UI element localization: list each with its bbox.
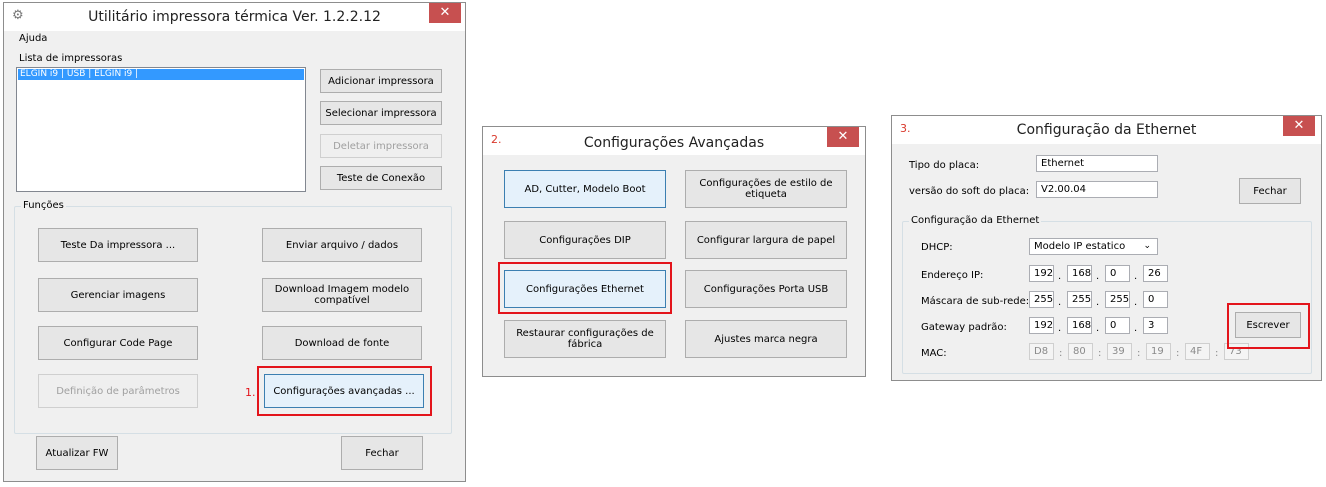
dhcp-select[interactable]: Modelo IP estatico ⌄ [1029, 238, 1158, 255]
printer-list-item[interactable]: ELGIN i9 | USB | ELGIN i9 | [18, 69, 304, 80]
mac-separator: : [1215, 348, 1219, 359]
send-file-button[interactable]: Enviar arquivo / dados [262, 228, 422, 262]
download-font-button[interactable]: Download de fonte [262, 326, 422, 360]
mask-octet-3[interactable]: 255 [1105, 291, 1130, 308]
mac-separator: : [1059, 348, 1063, 359]
close-button[interactable]: Fechar [341, 436, 423, 470]
ip-separator: . [1134, 271, 1138, 282]
select-printer-button[interactable]: Selecionar impressora [320, 101, 442, 125]
close-icon[interactable]: ✕ [827, 127, 859, 147]
gateway-octet-2[interactable]: 168 [1067, 317, 1092, 334]
dhcp-select-value: Modelo IP estatico [1034, 241, 1126, 252]
add-printer-button[interactable]: Adicionar impressora [320, 69, 442, 93]
mac-separator: : [1176, 348, 1180, 359]
label-style-button[interactable]: Configurações de estilo de etiqueta [685, 170, 847, 208]
mask-octet-1[interactable]: 255 [1029, 291, 1054, 308]
manage-images-button[interactable]: Gerenciar imagens [38, 278, 198, 312]
write-button[interactable]: Escrever [1235, 312, 1301, 338]
ethernet-config-window: 3. Configuração da Ethernet ✕ Tipo do pl… [891, 115, 1322, 381]
window-title: Configuração da Ethernet [1016, 122, 1197, 138]
mac-byte-1: D8 [1029, 343, 1054, 360]
printer-list-label: Lista de impressoras [19, 53, 123, 64]
title-bar: 2. Configurações Avançadas ✕ [483, 127, 865, 155]
restore-factory-button[interactable]: Restaurar configurações de fábrica [504, 320, 666, 358]
gateway-octet-1[interactable]: 192 [1029, 317, 1054, 334]
title-bar: 3. Configuração da Ethernet ✕ [892, 116, 1321, 144]
mac-byte-2: 80 [1068, 343, 1093, 360]
gateway-separator: . [1058, 323, 1062, 334]
window-title: Utilitário impressora térmica Ver. 1.2.2… [88, 9, 381, 25]
mask-separator: . [1134, 297, 1138, 308]
ip-octet-1[interactable]: 192 [1029, 265, 1054, 282]
code-page-button[interactable]: Configurar Code Page [38, 326, 198, 360]
soft-version-label: versão do soft do placa: [909, 186, 1030, 197]
ethernet-settings-button[interactable]: Configurações Ethernet [504, 270, 666, 308]
ip-label: Endereço IP: [921, 270, 984, 281]
close-button[interactable]: Fechar [1239, 178, 1301, 204]
mac-label: MAC: [921, 348, 947, 359]
mac-byte-4: 19 [1146, 343, 1171, 360]
step-1-label: 1. [245, 386, 256, 399]
dhcp-label: DHCP: [921, 242, 953, 253]
advanced-settings-window: 2. Configurações Avançadas ✕ AD, Cutter,… [482, 126, 866, 377]
menu-help[interactable]: Ajuda [19, 33, 47, 44]
mac-separator: : [1137, 348, 1141, 359]
ip-separator: . [1096, 271, 1100, 282]
close-icon[interactable]: ✕ [429, 3, 461, 23]
mac-byte-3: 39 [1107, 343, 1132, 360]
board-type-label: Tipo do placa: [909, 160, 980, 171]
usb-settings-button[interactable]: Configurações Porta USB [685, 270, 847, 308]
functions-label: Funções [21, 200, 66, 211]
gateway-separator: . [1134, 323, 1138, 334]
gateway-separator: . [1096, 323, 1100, 334]
gateway-octet-3[interactable]: 0 [1105, 317, 1130, 334]
mask-label: Máscara de sub-rede: [921, 296, 1030, 307]
mask-octet-2[interactable]: 255 [1067, 291, 1092, 308]
close-icon[interactable]: ✕ [1283, 116, 1315, 136]
download-image-button[interactable]: Download Imagem modelo compatível [262, 278, 422, 312]
paper-width-button[interactable]: Configurar largura de papel [685, 221, 847, 259]
main-window: ⚙ Utilitário impressora térmica Ver. 1.2… [3, 2, 466, 482]
chevron-down-icon: ⌄ [1143, 241, 1151, 251]
test-printer-button[interactable]: Teste Da impressora ... [38, 228, 198, 262]
ip-octet-4[interactable]: 26 [1143, 265, 1168, 282]
delete-printer-button[interactable]: Deletar impressora [320, 134, 442, 158]
gateway-label: Gateway padrão: [921, 322, 1007, 333]
test-connection-button[interactable]: Teste de Conexão [320, 166, 442, 190]
ip-separator: . [1058, 271, 1062, 282]
mac-separator: : [1098, 348, 1102, 359]
title-bar: ⚙ Utilitário impressora térmica Ver. 1.2… [4, 3, 465, 31]
advanced-settings-button[interactable]: Configurações avançadas ... [264, 374, 424, 408]
mask-separator: . [1096, 297, 1100, 308]
black-mark-button[interactable]: Ajustes marca negra [685, 320, 847, 358]
gateway-octet-4[interactable]: 3 [1143, 317, 1168, 334]
dip-settings-button[interactable]: Configurações DIP [504, 221, 666, 259]
ethernet-config-label: Configuração da Ethernet [909, 215, 1042, 226]
mask-octet-4[interactable]: 0 [1143, 291, 1168, 308]
ad-cutter-button[interactable]: AD, Cutter, Modelo Boot [504, 170, 666, 208]
printer-list[interactable]: ELGIN i9 | USB | ELGIN i9 | [16, 67, 306, 192]
update-firmware-button[interactable]: Atualizar FW [36, 436, 118, 470]
board-type-field[interactable]: Ethernet [1036, 155, 1158, 172]
window-title: Configurações Avançadas [583, 135, 765, 151]
mask-separator: . [1058, 297, 1062, 308]
parameters-button[interactable]: Definição de parâmetros [38, 374, 198, 408]
ip-octet-3[interactable]: 0 [1105, 265, 1130, 282]
soft-version-field[interactable]: V2.00.04 [1036, 181, 1158, 198]
ip-octet-2[interactable]: 168 [1067, 265, 1092, 282]
mac-byte-5: 4F [1185, 343, 1210, 360]
